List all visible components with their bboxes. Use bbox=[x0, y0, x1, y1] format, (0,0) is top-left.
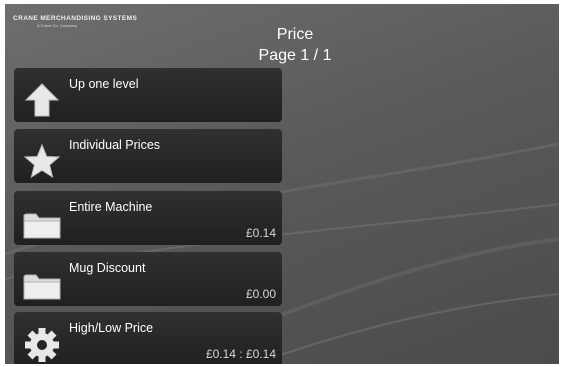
menu-item-value: £0.14 : £0.14 bbox=[205, 347, 276, 361]
folder-icon bbox=[23, 213, 61, 239]
menu-item-label: Up one level bbox=[69, 77, 139, 91]
menu-item-up-one-level[interactable]: Up one level bbox=[14, 68, 282, 122]
folder-icon bbox=[23, 274, 61, 300]
brand-tagline: A Crane Co. Company bbox=[37, 23, 78, 28]
menu-item-individual-prices[interactable]: Individual Prices bbox=[14, 129, 282, 183]
menu-item-entire-machine[interactable]: Entire Machine £0.14 bbox=[14, 191, 282, 245]
menu-item-label: Individual Prices bbox=[69, 138, 161, 152]
menu-item-label: High/Low Price bbox=[69, 321, 154, 335]
star-icon bbox=[23, 143, 61, 179]
screen: CRANE MERCHANDISING SYSTEMS A Crane Co. … bbox=[5, 4, 559, 364]
page-header: Price Page 1 / 1 bbox=[205, 24, 385, 66]
page-indicator: Page 1 / 1 bbox=[258, 47, 332, 64]
brand-name: CRANE MERCHANDISING SYSTEMS bbox=[13, 15, 138, 22]
menu-item-mug-discount[interactable]: Mug Discount £0.00 bbox=[14, 252, 282, 306]
gear-icon bbox=[25, 328, 59, 362]
page-title: Price bbox=[276, 26, 314, 43]
menu-item-value: £0.00 bbox=[245, 287, 276, 301]
menu-item-value: £0.14 bbox=[245, 226, 276, 240]
brand-logo: CRANE MERCHANDISING SYSTEMS A Crane Co. … bbox=[13, 15, 137, 28]
menu-item-label: Mug Discount bbox=[69, 261, 146, 275]
up-arrow-icon bbox=[24, 83, 60, 117]
menu-item-high-low-price[interactable]: High/Low Price £0.14 : £0.14 bbox=[14, 312, 282, 364]
menu-item-label: Entire Machine bbox=[69, 200, 153, 214]
